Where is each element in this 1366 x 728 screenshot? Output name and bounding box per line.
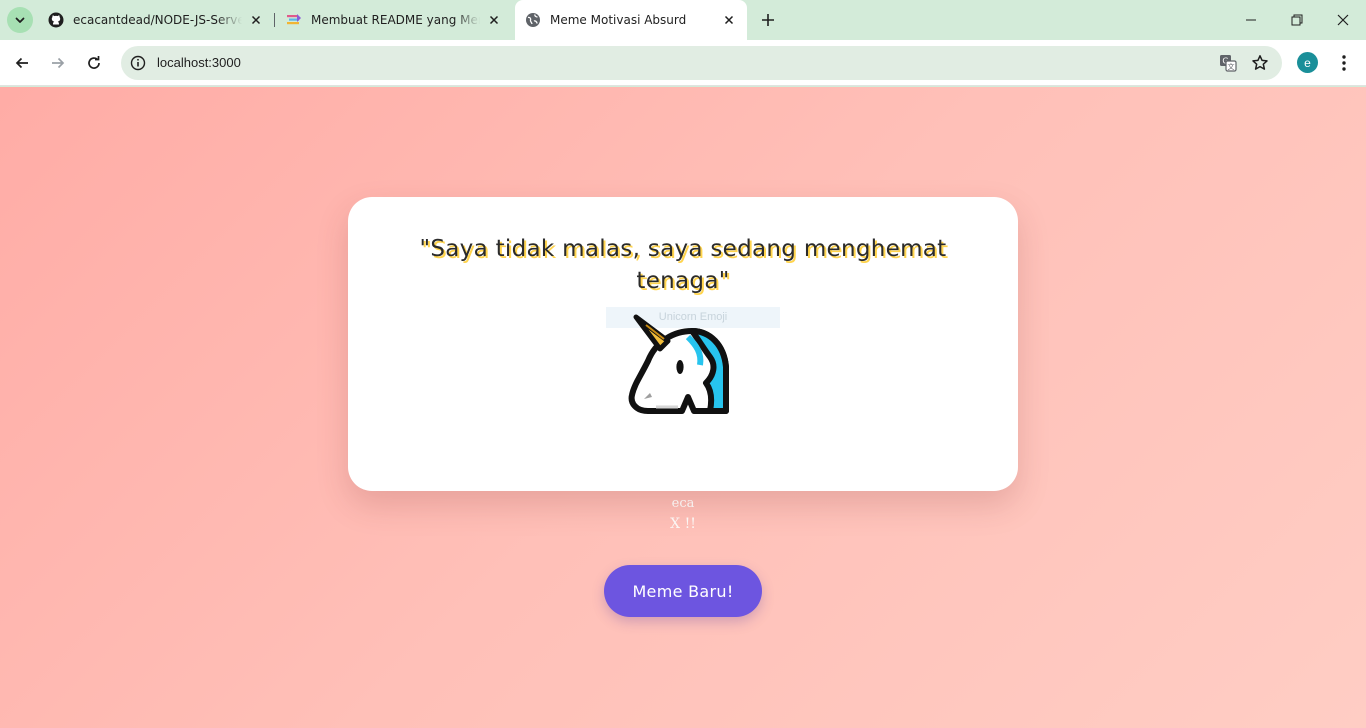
minimize-button[interactable] (1228, 0, 1274, 40)
reload-button[interactable] (80, 49, 108, 77)
close-icon (1337, 14, 1349, 26)
tab-divider (274, 13, 275, 27)
back-button[interactable] (8, 49, 36, 77)
url-text[interactable]: localhost:3000 (157, 55, 241, 70)
globe-icon (525, 12, 541, 28)
github-icon (48, 12, 64, 28)
restore-button[interactable] (1274, 0, 1320, 40)
author-name: eca (671, 496, 695, 511)
menu-button[interactable] (1334, 51, 1354, 75)
minimize-icon (1246, 19, 1256, 21)
svg-text:文: 文 (1228, 62, 1235, 71)
plus-icon (762, 14, 774, 26)
close-tab-icon[interactable] (721, 12, 737, 28)
tab-github[interactable]: ecacantdead/NODE-JS-Server: R (38, 0, 274, 40)
close-tab-icon[interactable] (248, 12, 264, 28)
browser-toolbar: localhost:3000 G 文 e (0, 40, 1366, 86)
tab-readme[interactable]: Membuat README yang Menar (276, 0, 512, 40)
author-tag: X !! (670, 516, 696, 532)
new-meme-button[interactable]: Meme Baru! (604, 565, 762, 617)
tab-search-button[interactable] (7, 7, 33, 33)
reload-icon (88, 56, 100, 69)
meme-quote: "Saya tidak malas, saya sedang menghemat… (419, 236, 947, 294)
arrow-left-icon (15, 57, 28, 69)
tab-title: Meme Motivasi Absurd (550, 13, 687, 27)
bookmark-star-icon[interactable] (1250, 53, 1270, 73)
profile-avatar[interactable]: e (1297, 52, 1318, 73)
tab-meme-active[interactable]: Meme Motivasi Absurd (515, 0, 747, 40)
meme-card: "Saya tidak malas, saya sedang menghemat… (348, 197, 1018, 491)
unicorn-icon (628, 314, 729, 414)
restore-icon (1291, 14, 1303, 26)
chevron-down-icon (15, 17, 25, 23)
site-info-icon[interactable] (129, 54, 147, 72)
site-icon (286, 12, 302, 28)
forward-button[interactable] (44, 49, 72, 77)
address-bar[interactable]: localhost:3000 G 文 (121, 46, 1282, 80)
page-content: "Saya tidak malas, saya sedang menghemat… (0, 87, 1366, 728)
close-tab-icon[interactable] (486, 12, 502, 28)
close-window-button[interactable] (1320, 0, 1366, 40)
new-tab-button[interactable] (757, 9, 779, 31)
tab-title: ecacantdead/NODE-JS-Server: R (73, 13, 242, 27)
tab-strip: ecacantdead/NODE-JS-Server: R Membuat RE… (0, 0, 1366, 40)
arrow-right-icon (52, 57, 65, 69)
more-vertical-icon (1342, 55, 1346, 71)
tab-title: Membuat README yang Menar (311, 13, 480, 27)
translate-icon[interactable]: G 文 (1218, 53, 1238, 73)
